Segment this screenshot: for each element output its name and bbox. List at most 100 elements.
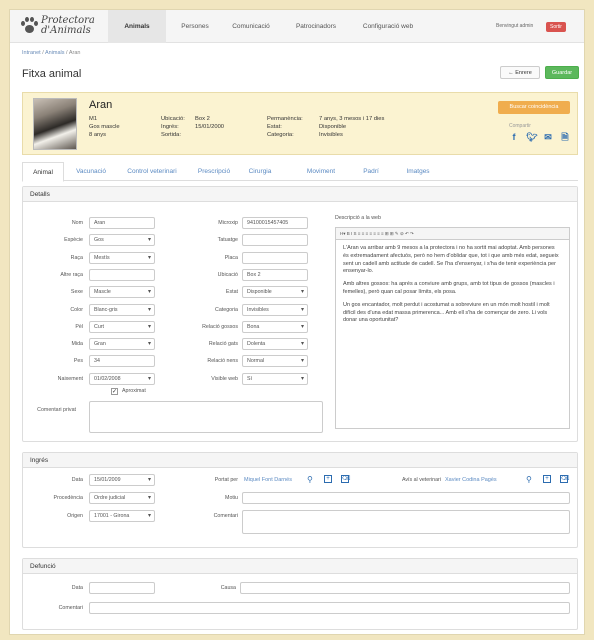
field-input[interactable] <box>242 251 308 264</box>
origen-label: Origen <box>67 513 83 519</box>
pdf-icon[interactable]: 🗎 <box>560 132 570 142</box>
nav-animals[interactable]: Animals <box>108 10 166 43</box>
comentari-textarea[interactable] <box>242 510 570 534</box>
avis-veterinari-link[interactable]: Xavier Codina Pagès <box>445 477 497 483</box>
trash-icon[interactable]: ⌫ <box>560 475 569 483</box>
field-select[interactable]: Blanc-gris <box>89 303 155 316</box>
defuncio-panel: Defunció Data Causa Comentari <box>22 558 578 630</box>
field-select[interactable]: Gran <box>89 338 155 351</box>
defuncio-title: Defunció <box>23 559 577 574</box>
estat-value: Disponible <box>319 124 347 130</box>
animal-type: Gos mascle <box>89 124 120 130</box>
defuncio-data-input[interactable] <box>89 582 155 594</box>
brand-logo[interactable]: Protectora d'Animals <box>20 16 95 36</box>
web-description-editor[interactable]: H▾ B I S ≡ ≡ ≡ ≡ ≡ ≡ ≡ ⊞ ⊞ ✎ ⊘ ↶ ↷ L'Ara… <box>335 227 570 429</box>
field-label: Color <box>70 306 83 313</box>
field-input[interactable]: Aran <box>89 217 155 229</box>
field-select[interactable]: Gos <box>89 234 155 247</box>
save-button[interactable]: Guardar <box>545 66 579 79</box>
app-window: Protectora d'Animals Animals Persones Co… <box>9 9 585 635</box>
breadcrumb-intranet[interactable]: Intranet <box>22 50 41 56</box>
ingres-data-select[interactable]: 15/01/2009 <box>89 474 155 486</box>
field-label: Nom <box>71 220 83 226</box>
defuncio-data-label: Data <box>71 585 83 591</box>
field-select[interactable]: Normal <box>242 355 308 368</box>
field-select[interactable]: Mascle <box>89 286 155 299</box>
breadcrumb-current: Aran <box>68 50 81 56</box>
tab-control-veterinari[interactable]: Control veterinari <box>116 162 188 181</box>
add-icon[interactable]: + <box>324 475 332 483</box>
search-icon[interactable]: ⚲ <box>307 475 313 484</box>
trash-icon[interactable]: ⌫ <box>341 475 350 483</box>
field-select[interactable]: Curt <box>89 320 155 333</box>
motiu-input[interactable] <box>242 492 570 504</box>
field-label: Relació gats <box>208 341 238 348</box>
nav-patrocinadors[interactable]: Patrocinadors <box>286 10 346 43</box>
field-label: Estat <box>225 289 238 296</box>
comentari-label: Comentari <box>213 513 238 519</box>
procedencia-select[interactable]: Ordre judicial <box>89 492 155 504</box>
tab-prescripcio[interactable]: Prescripció <box>190 162 238 181</box>
field-input[interactable]: 94100015457405 <box>242 217 308 229</box>
defuncio-comentari-input[interactable] <box>89 602 570 614</box>
facebook-icon[interactable]: f <box>509 132 519 142</box>
search-icon[interactable]: ⚲ <box>526 475 532 484</box>
animal-age: 8 anys <box>89 132 107 138</box>
editor-content[interactable]: L'Aran va arribar amb 9 mesos a la prote… <box>336 240 569 335</box>
field-input[interactable]: Box 2 <box>242 268 308 281</box>
field-label: Raça <box>70 254 83 261</box>
categoria-value: Invisibles <box>319 132 343 138</box>
nav-persones[interactable]: Persones <box>170 10 220 43</box>
nav-configuracio-web[interactable]: Configuració web <box>350 10 426 43</box>
approx-checkbox[interactable]: ✓ <box>111 388 118 395</box>
brand-line-2: d'Animals <box>41 25 91 36</box>
field-select[interactable]: Sí <box>242 372 308 385</box>
comment-private-label: Comentari privat <box>37 407 76 413</box>
field-select[interactable]: 01/02/2008 <box>89 372 155 385</box>
add-icon[interactable]: + <box>543 475 551 483</box>
editor-toolbar[interactable]: H▾ B I S ≡ ≡ ≡ ≡ ≡ ≡ ≡ ⊞ ⊞ ✎ ⊘ ↶ ↷ <box>336 228 569 240</box>
estat-label: Estat: <box>267 124 282 130</box>
sortida-label: Sortida: <box>161 132 181 138</box>
tab-animal[interactable]: Animal <box>22 162 64 182</box>
field-input[interactable] <box>89 268 155 281</box>
breadcrumb-animals[interactable]: Animals <box>45 50 65 56</box>
tab-cirurgia[interactable]: Cirurgia <box>240 162 280 181</box>
twitter-icon[interactable]: 🐦︎ <box>526 132 537 142</box>
welcome-text: Benvingut admin <box>496 23 534 29</box>
permanencia-value: 7 anys, 3 mesos i 17 dies <box>319 116 385 122</box>
portat-person-link[interactable]: Miquel Font Darnés <box>244 477 292 483</box>
tab-imatges[interactable]: Imatges <box>398 162 438 181</box>
email-icon[interactable]: ✉ <box>543 132 553 142</box>
field-select[interactable]: Mestís <box>89 251 155 264</box>
back-button[interactable]: ← Enrere <box>500 66 540 79</box>
tab-vacunacio[interactable]: Vacunació <box>68 162 114 181</box>
origen-select[interactable]: 17001 - Girona <box>89 510 155 522</box>
comment-private-textarea[interactable] <box>89 401 323 433</box>
field-select[interactable]: Disponible <box>242 286 308 299</box>
motiu-label: Motiu <box>225 495 238 501</box>
tab-padri[interactable]: Padrí <box>356 162 386 181</box>
animal-photo[interactable] <box>33 98 77 150</box>
animal-ref: M1 <box>89 116 98 122</box>
field-label: Placa <box>224 254 238 261</box>
field-label: Mida <box>71 341 83 348</box>
find-match-button[interactable]: Buscar coincidència <box>498 101 570 114</box>
tab-moviment[interactable]: Moviment <box>298 162 344 181</box>
field-input[interactable]: 34 <box>89 355 155 368</box>
ingres-value: 15/01/2000 <box>195 124 225 130</box>
causa-input[interactable] <box>240 582 570 594</box>
field-label: Relació gossos <box>202 323 238 330</box>
categoria-label: Categoria: <box>267 132 294 138</box>
field-select[interactable]: Dolenta <box>242 338 308 351</box>
nav-comunicacio[interactable]: Comunicació <box>222 10 280 43</box>
portat-label: Portat per <box>214 477 238 483</box>
defuncio-comentari-label: Comentari <box>58 605 83 611</box>
field-input[interactable] <box>242 234 308 247</box>
field-select[interactable]: Invisibles <box>242 303 308 316</box>
logout-button[interactable]: Sortir <box>546 22 566 32</box>
field-select[interactable]: Bona <box>242 320 308 333</box>
field-label: Categoria <box>215 306 238 313</box>
field-label: Pèl <box>75 323 83 330</box>
ubicacio-value: Box 2 <box>195 116 210 122</box>
